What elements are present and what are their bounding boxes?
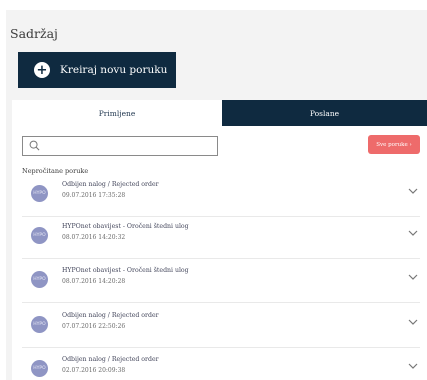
message-date: 07.07.2016 22:50:26 bbox=[62, 323, 126, 330]
message-row[interactable]: HYPO Odbijen nalog / Rejected order 07.0… bbox=[22, 304, 420, 348]
sender-avatar: HYPO bbox=[31, 316, 48, 333]
tab-received[interactable]: Primljene bbox=[12, 100, 222, 126]
create-message-label: Kreiraj novu poruku bbox=[60, 64, 168, 76]
chevron-down-icon[interactable] bbox=[408, 318, 418, 326]
message-row[interactable]: HYPO HYPOnet obavijest - Oročeni štedni … bbox=[22, 215, 420, 259]
sender-avatar: HYPO bbox=[31, 227, 48, 244]
message-row[interactable]: HYPO Odbijen nalog / Rejected order 02.0… bbox=[22, 348, 420, 380]
message-date: 09.07.2016 17:35:28 bbox=[62, 192, 126, 199]
chevron-down-icon[interactable] bbox=[408, 362, 418, 370]
message-row[interactable]: HYPO HYPOnet obavijest - Oročeni štedni … bbox=[22, 259, 420, 303]
message-subject: HYPOnet obavijest - Oročeni štedni ulog bbox=[62, 223, 189, 230]
all-messages-button[interactable]: Sve poruke › bbox=[368, 135, 420, 154]
message-subject: HYPOnet obavijest - Oročeni štedni ulog bbox=[62, 267, 189, 274]
search-icon bbox=[29, 140, 40, 151]
message-date: 08.07.2016 14:20:32 bbox=[62, 234, 126, 241]
message-subject: Odbijen nalog / Rejected order bbox=[62, 312, 159, 319]
sender-avatar: HYPO bbox=[31, 271, 48, 288]
create-message-button[interactable]: + Kreiraj novu poruku bbox=[18, 52, 176, 88]
message-tabs: Primljene Poslane bbox=[12, 100, 427, 126]
chevron-down-icon[interactable] bbox=[408, 229, 418, 237]
chevron-down-icon[interactable] bbox=[408, 187, 418, 195]
tab-sent[interactable]: Poslane bbox=[222, 100, 427, 126]
message-subject: Odbijen nalog / Rejected order bbox=[62, 356, 159, 363]
plus-icon: + bbox=[34, 62, 50, 78]
sender-avatar: HYPO bbox=[31, 360, 48, 377]
messages-content: Sve poruke › Nepročitane poruke HYPO Odb… bbox=[12, 126, 427, 380]
message-row[interactable]: HYPO Odbijen nalog / Rejected order 09.0… bbox=[22, 173, 420, 217]
message-subject: Odbijen nalog / Rejected order bbox=[62, 181, 159, 188]
sender-avatar: HYPO bbox=[31, 185, 48, 202]
page-title: Sadržaj bbox=[10, 26, 58, 41]
message-date: 02.07.2016 20:09:38 bbox=[62, 367, 126, 374]
chevron-down-icon[interactable] bbox=[408, 273, 418, 281]
message-date: 08.07.2016 14:20:28 bbox=[62, 278, 126, 285]
search-input[interactable] bbox=[22, 136, 218, 156]
